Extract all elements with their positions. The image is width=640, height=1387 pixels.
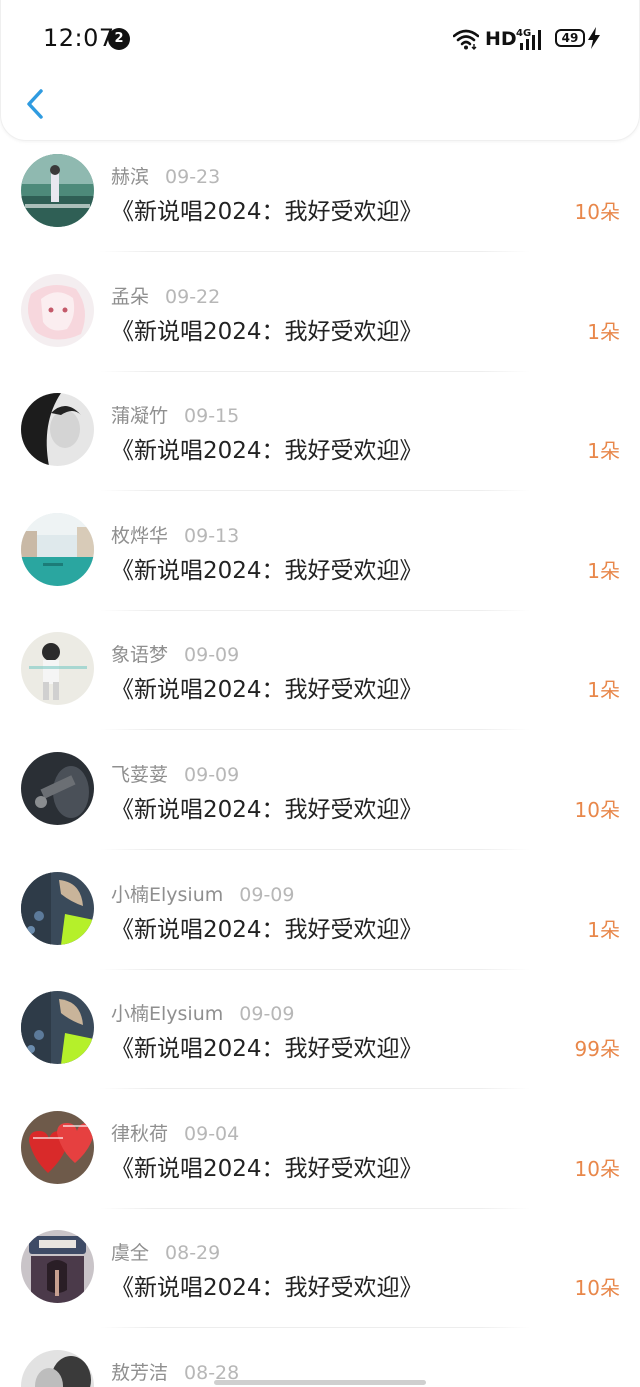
flower-count: 1朵 (587, 917, 620, 942)
list-item[interactable]: 蒲凝竹 09-15 《新说唱2024：我好受欢迎》 1朵 (0, 379, 640, 499)
sender-name: 孟朵 (111, 285, 150, 308)
sender-line: 赫滨 09-23 (111, 162, 220, 189)
divider (100, 848, 530, 850)
sender-name: 赫滨 (111, 166, 150, 188)
flower-count: 99朵 (574, 1037, 620, 1062)
sender-name: 律秋荷 (111, 1122, 169, 1145)
avatar[interactable] (21, 632, 94, 706)
signal-icon: 4G (516, 28, 541, 50)
sender-name: 小楠Elysium (111, 883, 224, 906)
flower-count: 10朵 (574, 1156, 620, 1181)
status-time: 12:07 (43, 24, 115, 52)
list-item[interactable]: 孟朵 09-22 《新说唱2024：我好受欢迎》 1朵 (0, 260, 640, 380)
flower-count: 10朵 (574, 797, 620, 822)
avatar[interactable] (21, 1230, 94, 1304)
sender-name: 小楠Elysium (111, 1003, 224, 1026)
charging-bolt-icon (588, 27, 600, 49)
divider (100, 968, 530, 970)
divider (100, 1207, 530, 1209)
sender-line: 小楠Elysium 09-09 (111, 880, 294, 907)
sender-name: 象语梦 (111, 644, 169, 667)
gift-date: 08-29 (165, 1242, 221, 1265)
sender-line: 飞荽荽 09-09 (111, 760, 239, 787)
song-title: 《新说唱2024：我好受欢迎》 (111, 557, 423, 584)
list-item[interactable]: 飞荽荽 09-09 《新说唱2024：我好受欢迎》 10朵 (0, 738, 640, 858)
divider (100, 490, 530, 492)
sender-line: 虞全 08-29 (111, 1238, 220, 1265)
flower-count: 1朵 (587, 558, 620, 583)
list-item[interactable]: 律秋荷 09-04 《新说唱2024：我好受欢迎》 10朵 (0, 1097, 640, 1217)
song-title: 《新说唱2024：我好受欢迎》 (111, 916, 423, 943)
home-indicator (214, 1380, 426, 1385)
gift-date: 09-22 (165, 285, 221, 308)
flower-count: 1朵 (587, 439, 620, 464)
gift-date: 09-09 (239, 883, 295, 906)
list-item[interactable]: 象语梦 09-09 《新说唱2024：我好受欢迎》 1朵 (0, 618, 640, 738)
avatar[interactable] (21, 751, 94, 825)
list-item[interactable]: 虞全 08-29 《新说唱2024：我好受欢迎》 10朵 (0, 1216, 640, 1336)
avatar[interactable] (21, 273, 94, 347)
chevron-left-icon (27, 89, 43, 119)
gift-list: 赫滨 09-23 《新说唱2024：我好受欢迎》 10朵 孟朵 09-22 《新说唱… (0, 140, 640, 1387)
sender-line: 象语梦 09-09 (111, 640, 239, 667)
avatar[interactable] (21, 1349, 94, 1387)
divider (100, 1088, 530, 1090)
notification-badge: 2 (108, 28, 130, 50)
divider (100, 370, 530, 372)
song-title: 《新说唱2024：我好受欢迎》 (111, 1155, 423, 1182)
avatar[interactable] (21, 154, 94, 227)
song-title: 《新说唱2024：我好受欢迎》 (111, 1036, 423, 1063)
network-label: HD (485, 28, 517, 50)
avatar[interactable] (21, 991, 94, 1065)
sender-name: 敖芳洁 (111, 1361, 169, 1384)
gift-date: 09-09 (239, 1003, 295, 1026)
back-button[interactable] (17, 82, 57, 126)
avatar[interactable] (21, 1110, 94, 1184)
list-item[interactable]: 枚烨华 09-13 《新说唱2024：我好受欢迎》 1朵 (0, 499, 640, 619)
signal-type-label: 4G (516, 28, 531, 39)
sender-line: 蒲凝竹 09-15 (111, 401, 239, 428)
gift-date: 09-09 (184, 763, 240, 786)
sender-name: 蒲凝竹 (111, 405, 169, 428)
sender-line: 枚烨华 09-13 (111, 521, 239, 548)
gift-records-screen: 赫滨 09-23 《新说唱2024：我好受欢迎》 10朵 孟朵 09-22 《新说唱… (0, 0, 640, 1387)
gift-date: 09-04 (184, 1122, 240, 1145)
song-title: 《新说唱2024：我好受欢迎》 (111, 318, 423, 345)
list-item[interactable]: 小楠Elysium 09-09 《新说唱2024：我好受欢迎》 99朵 (0, 977, 640, 1097)
flower-count: 10朵 (574, 200, 620, 224)
song-title: 《新说唱2024：我好受欢迎》 (111, 796, 423, 823)
gift-date: 09-09 (184, 644, 240, 667)
flower-count: 1朵 (587, 678, 620, 703)
song-title: 《新说唱2024：我好受欢迎》 (111, 199, 423, 225)
status-bar: 12:07 2 HD 4G 49 (1, 0, 640, 78)
avatar[interactable] (21, 393, 94, 467)
divider (100, 609, 530, 611)
song-title: 《新说唱2024：我好受欢迎》 (111, 1275, 423, 1302)
gift-date: 09-13 (184, 524, 240, 547)
sender-name: 虞全 (111, 1242, 150, 1265)
flower-count: 10朵 (574, 1276, 620, 1301)
sender-line: 律秋荷 09-04 (111, 1119, 239, 1146)
gift-date: 09-15 (184, 405, 240, 428)
wifi-icon (453, 29, 479, 50)
sender-line: 孟朵 09-22 (111, 282, 220, 309)
list-item[interactable]: 赫滨 09-23 《新说唱2024：我好受欢迎》 10朵 (0, 140, 640, 260)
divider (100, 251, 530, 252)
flower-count: 1朵 (587, 319, 620, 344)
avatar[interactable] (21, 871, 94, 945)
sender-name: 枚烨华 (111, 524, 169, 547)
top-bar: 12:07 2 HD 4G 49 (0, 0, 640, 141)
divider (100, 729, 530, 731)
divider (100, 1327, 530, 1329)
sender-line: 小楠Elysium 09-09 (111, 999, 294, 1026)
gift-date: 09-23 (165, 166, 221, 188)
song-title: 《新说唱2024：我好受欢迎》 (111, 677, 423, 704)
song-title: 《新说唱2024：我好受欢迎》 (111, 438, 423, 465)
battery-icon: 49 (555, 29, 585, 47)
list-item[interactable]: 小楠Elysium 09-09 《新说唱2024：我好受欢迎》 1朵 (0, 858, 640, 978)
avatar[interactable] (21, 512, 94, 586)
sender-name: 飞荽荽 (111, 763, 169, 786)
